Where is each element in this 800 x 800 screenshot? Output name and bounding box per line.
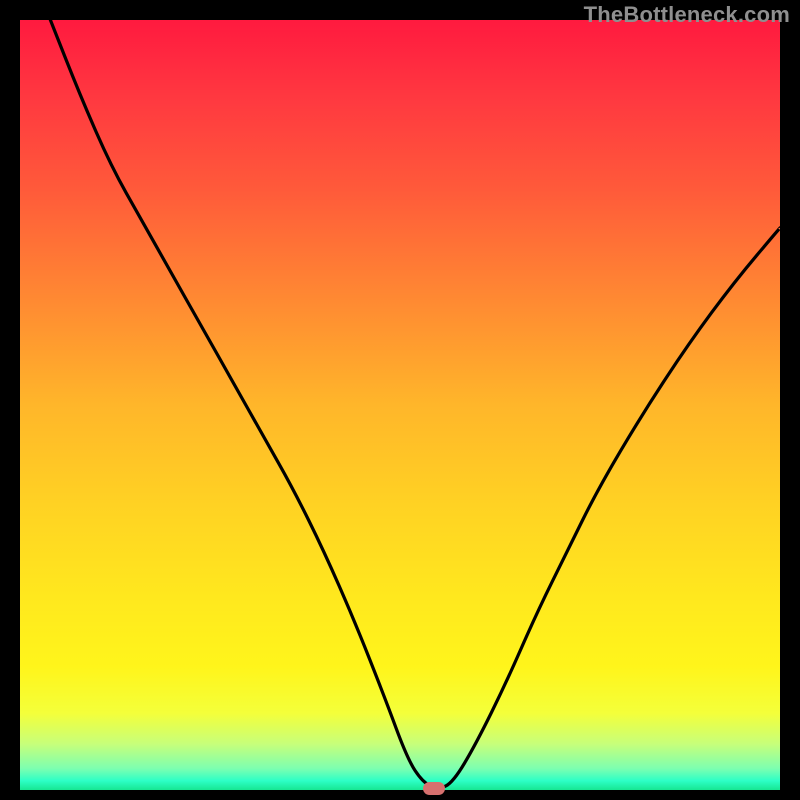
current-config-marker — [423, 782, 445, 795]
gradient-background — [20, 20, 780, 790]
watermark-label: TheBottleneck.com — [584, 2, 790, 28]
chart-frame: TheBottleneck.com — [0, 0, 800, 800]
bottleneck-plot — [20, 20, 780, 790]
